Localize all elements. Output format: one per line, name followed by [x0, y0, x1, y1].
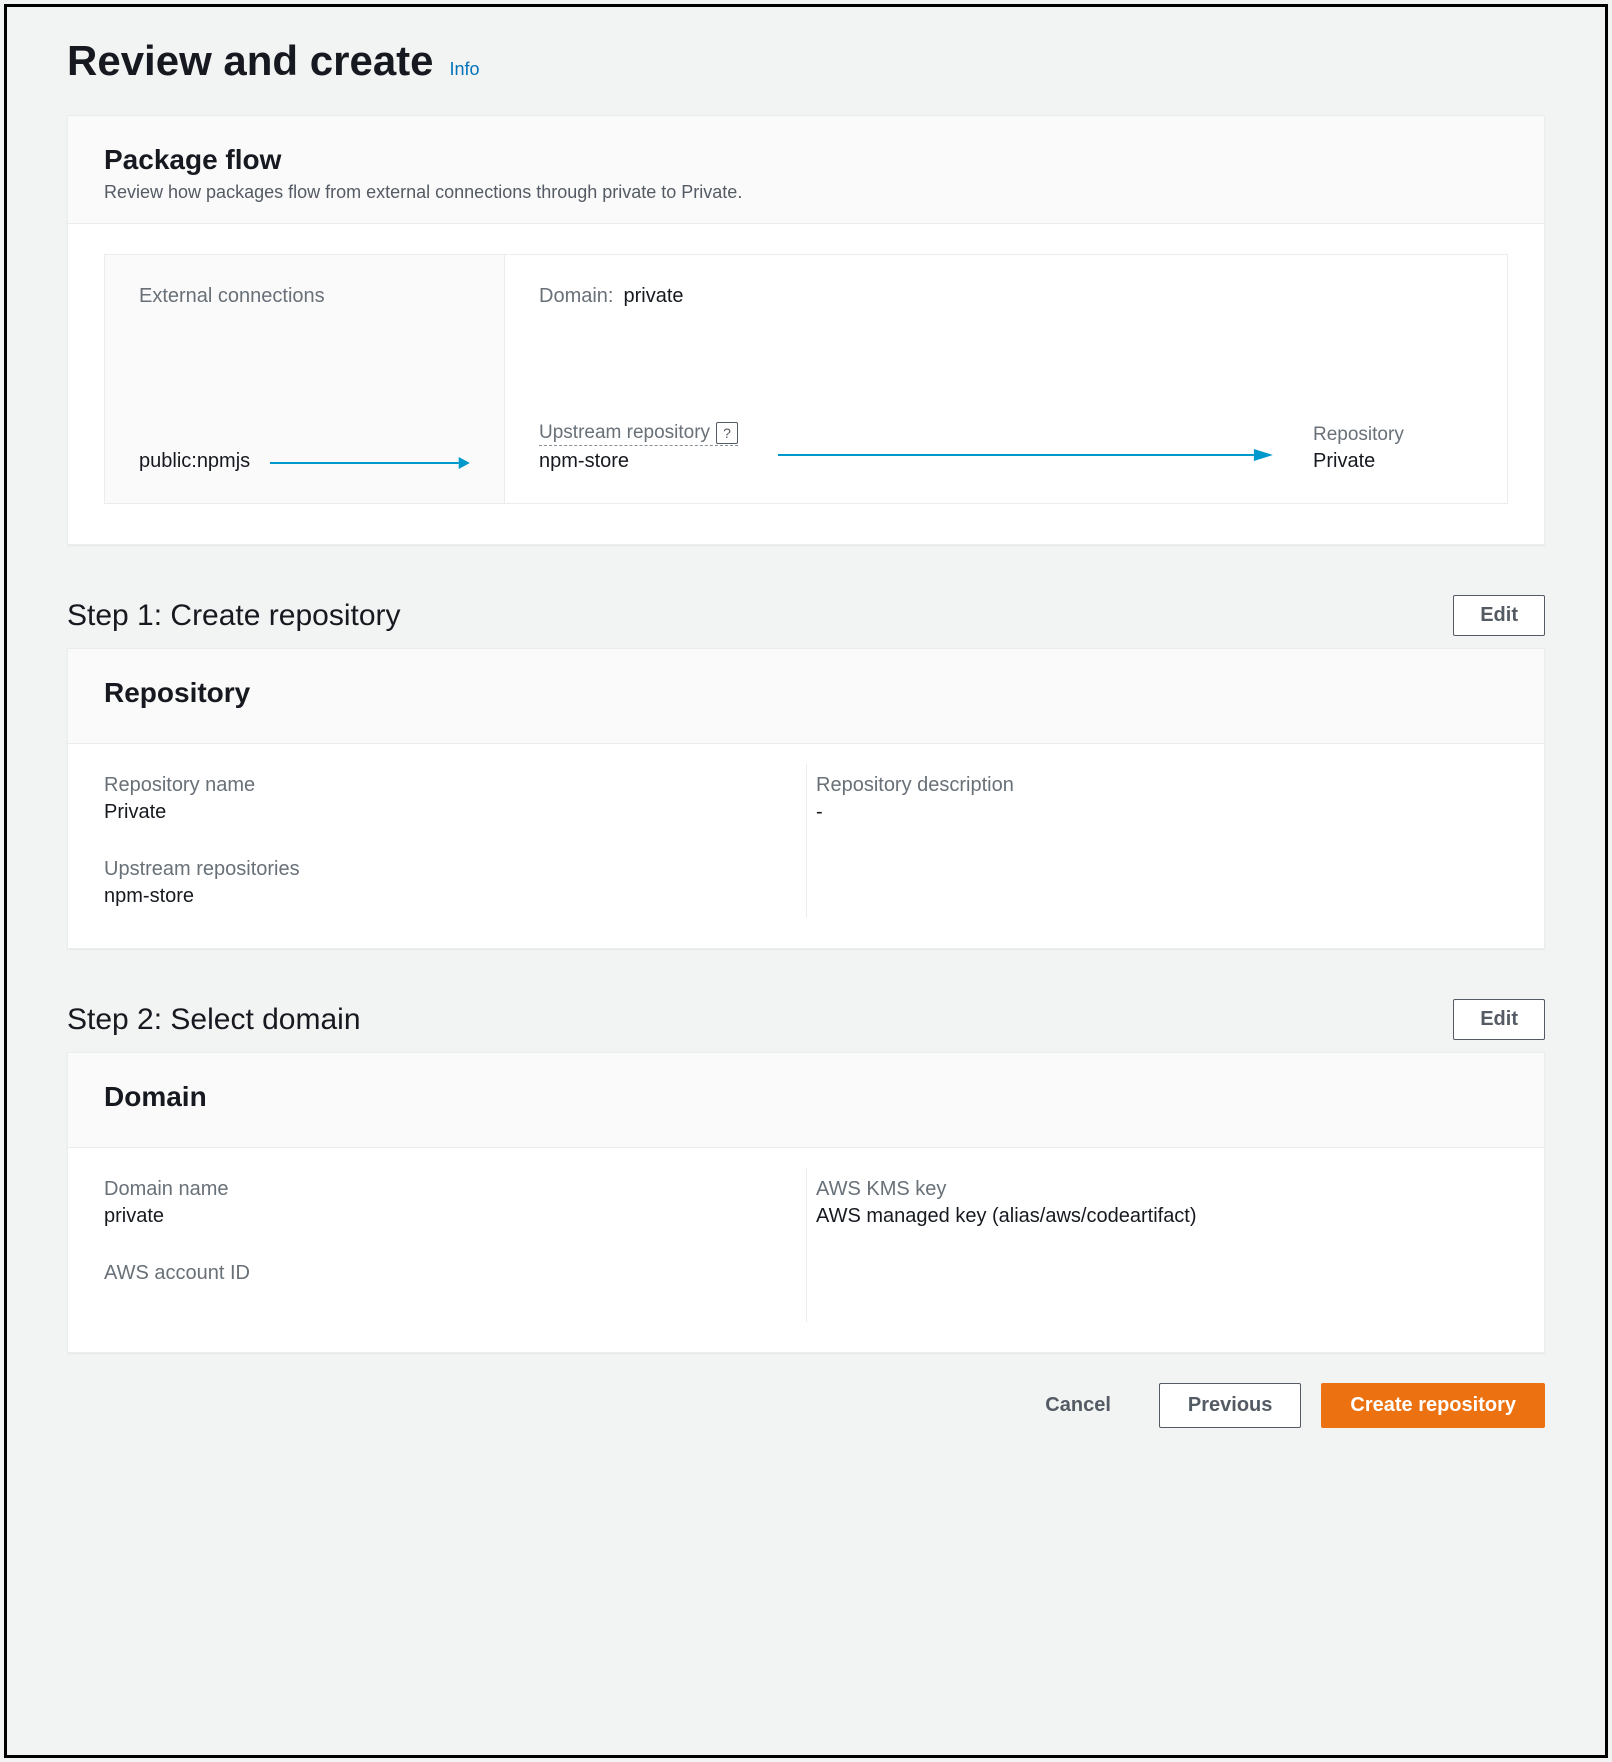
domain-panel-title: Domain [104, 1081, 1508, 1113]
create-repository-button[interactable]: Create repository [1321, 1383, 1545, 1428]
external-connection-value: public:npmjs [139, 450, 250, 473]
kms-key-key: AWS KMS key [816, 1178, 1508, 1201]
flow-external-col: External connections public:npmjs [105, 255, 505, 503]
domain-name-key: Domain name [104, 1178, 796, 1201]
upstream-node: Upstream repository ? npm-store [539, 422, 738, 473]
domain-key: Domain: [539, 285, 613, 308]
cancel-button[interactable]: Cancel [1017, 1384, 1139, 1427]
domain-panel-body: Domain name private AWS account ID AWS K… [68, 1148, 1544, 1352]
wizard-footer: Cancel Previous Create repository [67, 1383, 1545, 1428]
domain-panel-header: Domain [68, 1053, 1544, 1148]
repo-desc-value: - [816, 801, 1508, 824]
repo-desc-key: Repository description [816, 774, 1508, 797]
step1-header-row: Step 1: Create repository Edit [67, 595, 1545, 636]
upstream-repos-value: npm-store [104, 885, 796, 908]
domain-name-value: private [104, 1205, 796, 1228]
kms-key-value: AWS managed key (alias/aws/codeartifact) [816, 1205, 1508, 1228]
repository-panel-body: Repository name Private Upstream reposit… [68, 744, 1544, 948]
info-link[interactable]: Info [450, 59, 480, 80]
page-title: Review and create [67, 37, 434, 85]
repo-name-key: Repository name [104, 774, 796, 797]
aws-account-value [104, 1289, 796, 1312]
domain-panel: Domain Domain name private AWS account I… [67, 1052, 1545, 1353]
upstream-repo-value: npm-store [539, 450, 738, 473]
upstream-repos-key: Upstream repositories [104, 858, 796, 881]
external-connections-label: External connections [139, 285, 470, 308]
package-flow-body: External connections public:npmjs D [68, 224, 1544, 544]
flow-domain-col: Domain: private Upstream repository ? n [505, 255, 1507, 503]
edit-step2-button[interactable]: Edit [1453, 999, 1545, 1040]
package-flow-title: Package flow [104, 144, 1508, 176]
page-header: Review and create Info [67, 37, 1545, 85]
step2-heading: Step 2: Select domain [67, 1003, 361, 1037]
domain-value: private [623, 285, 683, 308]
arrow-icon [270, 453, 470, 473]
repo-value: Private [1313, 450, 1473, 473]
repo-node: Repository Private [1313, 424, 1473, 473]
repo-label: Repository [1313, 424, 1473, 446]
package-flow-panel: Package flow Review how packages flow fr… [67, 115, 1545, 545]
repository-panel-header: Repository [68, 649, 1544, 744]
help-icon[interactable]: ? [716, 422, 738, 444]
package-flow-header: Package flow Review how packages flow fr… [68, 116, 1544, 224]
repo-name-value: Private [104, 801, 796, 824]
upstream-repo-label: Upstream repository [539, 422, 710, 444]
step2-header-row: Step 2: Select domain Edit [67, 999, 1545, 1040]
step1-heading: Step 1: Create repository [67, 599, 401, 633]
flow-diagram: External connections public:npmjs D [104, 254, 1508, 504]
package-flow-subtitle: Review how packages flow from external c… [104, 182, 1508, 203]
arrow-icon [778, 445, 1273, 465]
repository-panel: Repository Repository name Private Upstr… [67, 648, 1545, 949]
edit-step1-button[interactable]: Edit [1453, 595, 1545, 636]
aws-account-key: AWS account ID [104, 1262, 796, 1285]
previous-button[interactable]: Previous [1159, 1383, 1301, 1428]
repository-panel-title: Repository [104, 677, 1508, 709]
